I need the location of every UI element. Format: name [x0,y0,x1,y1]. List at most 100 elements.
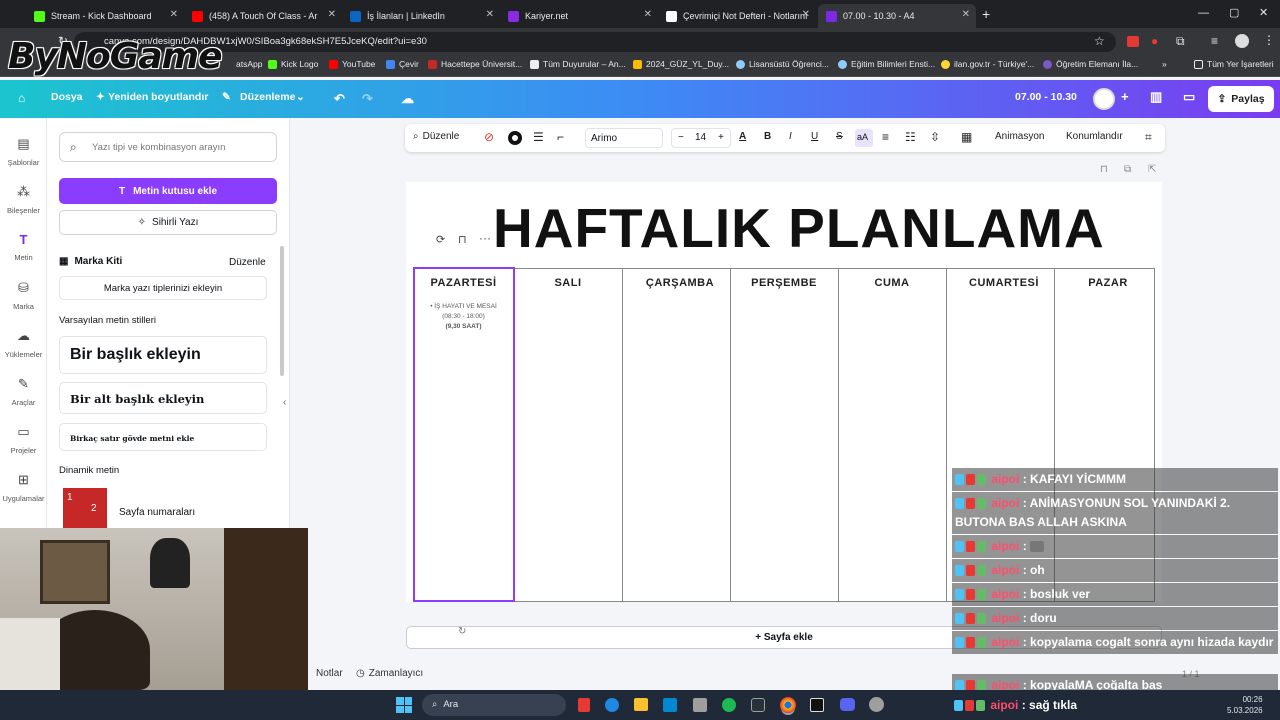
cloud-save-icon[interactable]: ☁ [401,91,414,107]
document-title[interactable]: 07.00 - 10.30 [1015,91,1077,103]
magic-text-button[interactable]: ✧ Sihirli Yazı [59,210,277,235]
window-close-icon[interactable]: ✕ [1259,6,1268,19]
font-search-input[interactable]: ⌕ Yazı tipi ve kombinasyon arayın [59,132,277,162]
page-numbers-button[interactable]: Sayfa numaraları [119,507,195,518]
add-collaborator-icon[interactable]: + [1121,89,1129,104]
position-button[interactable]: Konumlandır [1066,131,1123,142]
app-icon[interactable] [751,698,765,712]
timer-button[interactable]: ◷ Zamanlayıcı [356,668,423,679]
spotify-icon[interactable] [722,698,736,712]
italic-icon[interactable]: I [789,131,792,142]
add-body-text-button[interactable]: Birkaç satır gövde metni ekle [59,423,267,451]
add-heading-button[interactable]: Bir başlık ekleyin [59,336,267,374]
close-icon[interactable]: ✕ [170,9,178,20]
bookmark[interactable]: YouTube [329,59,375,69]
lock-icon[interactable]: ⊓ [1100,164,1108,175]
add-subheading-button[interactable]: Bir alt başlık ekleyin [59,382,267,414]
corner-icon[interactable]: ⌐ [557,130,564,144]
nav-tools[interactable]: ✎ Araçlar [0,376,47,407]
nav-templates[interactable]: ▤ Şablonlar [0,136,47,167]
page-numbers-thumbnail[interactable]: 12 [63,488,107,528]
close-icon[interactable]: ✕ [486,9,494,20]
taskbar-search[interactable]: ⌕ Ara [422,694,566,716]
copy-style-icon[interactable]: ⌗ [1145,130,1152,145]
nav-elements[interactable]: ⁂ Bileşenler [0,184,47,215]
close-icon[interactable]: ✕ [644,9,652,20]
browser-tab[interactable]: İş İlanları | LinkedIn ✕ [342,4,500,28]
file-menu[interactable]: Dosya [51,91,83,103]
increase-size-button[interactable]: + [718,132,724,143]
app-icon[interactable] [869,697,884,712]
bookmark[interactable]: 2024_GÜZ_YL_Duy... [633,59,729,69]
extension-icon[interactable]: ● [1151,34,1158,48]
planner-title[interactable]: HAFTALIK PLANLAMA [493,196,1105,260]
discord-icon[interactable] [840,698,855,711]
bookmark[interactable]: Eğitim Bilimleri Ensti... [838,59,935,69]
rotate-icon[interactable]: ⟳ [436,233,445,246]
redo-icon[interactable]: ↷ [362,91,373,107]
epic-games-icon[interactable] [810,698,824,712]
font-size-value[interactable]: 14 [695,132,706,143]
browser-tab[interactable]: (458) A Touch Of Class - Ar ✕ [184,4,342,28]
day-header-saturday[interactable]: CUMARTESİ [946,277,1062,289]
more-bookmarks-icon[interactable]: » [1162,59,1167,69]
url-field[interactable]: canva.com/design/DAHDBW1xjW0/SIBoa3gk68e… [74,32,1116,52]
refresh-icon[interactable]: ↻ [458,626,466,637]
app-icon[interactable] [578,698,590,712]
nav-uploads[interactable]: ☁ Yüklemeler [0,328,47,359]
day-header-tuesday[interactable]: SALI [514,277,622,289]
fill-color-icon[interactable] [508,131,522,145]
all-bookmarks[interactable]: Tüm Yer İşaretleri [1194,59,1274,69]
bookmark[interactable]: ilan.gov.tr - Türkiye'... [941,59,1034,69]
undo-icon[interactable]: ↶ [334,91,345,107]
edit-mode-button[interactable]: Düzenleme [240,91,295,103]
browser-tab[interactable]: Kariyer.net ✕ [500,4,658,28]
app-icon[interactable] [605,698,619,712]
day-header-monday[interactable]: PAZARTESİ [413,277,514,289]
file-explorer-icon[interactable] [634,698,648,711]
close-icon[interactable]: ✕ [802,9,810,20]
close-icon[interactable]: ✕ [328,9,336,20]
bookmark[interactable]: Tüm Duyurular – An... [530,59,626,69]
day-header-sunday[interactable]: PAZAR [1054,277,1162,289]
browser-tab-active[interactable]: 07.00 - 10.30 - A4 ✕ [818,4,976,28]
panel-scrollbar[interactable] [280,246,284,376]
resize-button[interactable]: Yeniden boyutlandır [108,91,208,103]
star-icon[interactable]: ☆ [1094,34,1105,48]
bookmark[interactable]: Lisansüstü Öğrenci... [736,59,829,69]
list-icon[interactable]: ☷ [905,130,916,144]
browser-tab[interactable]: Çevrimiçi Not Defteri - Notlarını ✕ [658,4,816,28]
comment-icon[interactable]: ▭ [1183,89,1195,105]
day-header-thursday[interactable]: PERŞEMBE [730,277,838,289]
home-icon[interactable]: ⌂ [18,91,25,105]
brand-edit-link[interactable]: Düzenle [229,257,266,268]
tab-search-icon[interactable]: ≡ [1211,34,1218,48]
store-icon[interactable] [693,698,707,712]
bookmark[interactable]: atsApp [236,59,262,69]
bookmark[interactable]: Kick Logo [268,59,318,69]
bookmark[interactable]: Hacettepe Üniversit... [428,59,522,69]
mail-icon[interactable] [663,698,677,712]
day-header-wednesday[interactable]: ÇARŞAMBA [622,277,738,289]
add-page-icon[interactable]: ⇱ [1148,164,1156,175]
add-textbox-button[interactable]: T Metin kutusu ekle [59,178,277,204]
browser-tab[interactable]: Stream - Kick Dashboard ✕ [26,4,184,28]
day-header-friday[interactable]: CUMA [838,277,946,289]
nav-apps[interactable]: ⊞ Uygulamalar [0,472,47,503]
nav-text[interactable]: T Metin [0,232,47,262]
decrease-size-button[interactable]: − [678,132,684,143]
more-options-icon[interactable]: ··· [479,231,491,245]
transparency-icon[interactable]: ▦ [961,130,972,144]
chrome-icon[interactable] [780,697,796,713]
text-color-icon[interactable]: A [739,131,746,142]
share-button[interactable]: ⇪ Paylaş [1208,86,1274,112]
start-icon[interactable] [396,697,412,713]
bookmark[interactable]: Çevir [386,59,419,69]
font-family-dropdown[interactable]: Arimo [585,128,663,148]
notes-button[interactable]: Notlar [316,668,343,679]
menu-icon[interactable]: ⋮ [1263,33,1275,47]
user-avatar[interactable] [1093,88,1115,110]
profile-avatar[interactable] [1235,34,1249,48]
nav-projects[interactable]: ▭ Projeler [0,424,47,455]
analytics-icon[interactable]: ▥ [1150,89,1162,105]
